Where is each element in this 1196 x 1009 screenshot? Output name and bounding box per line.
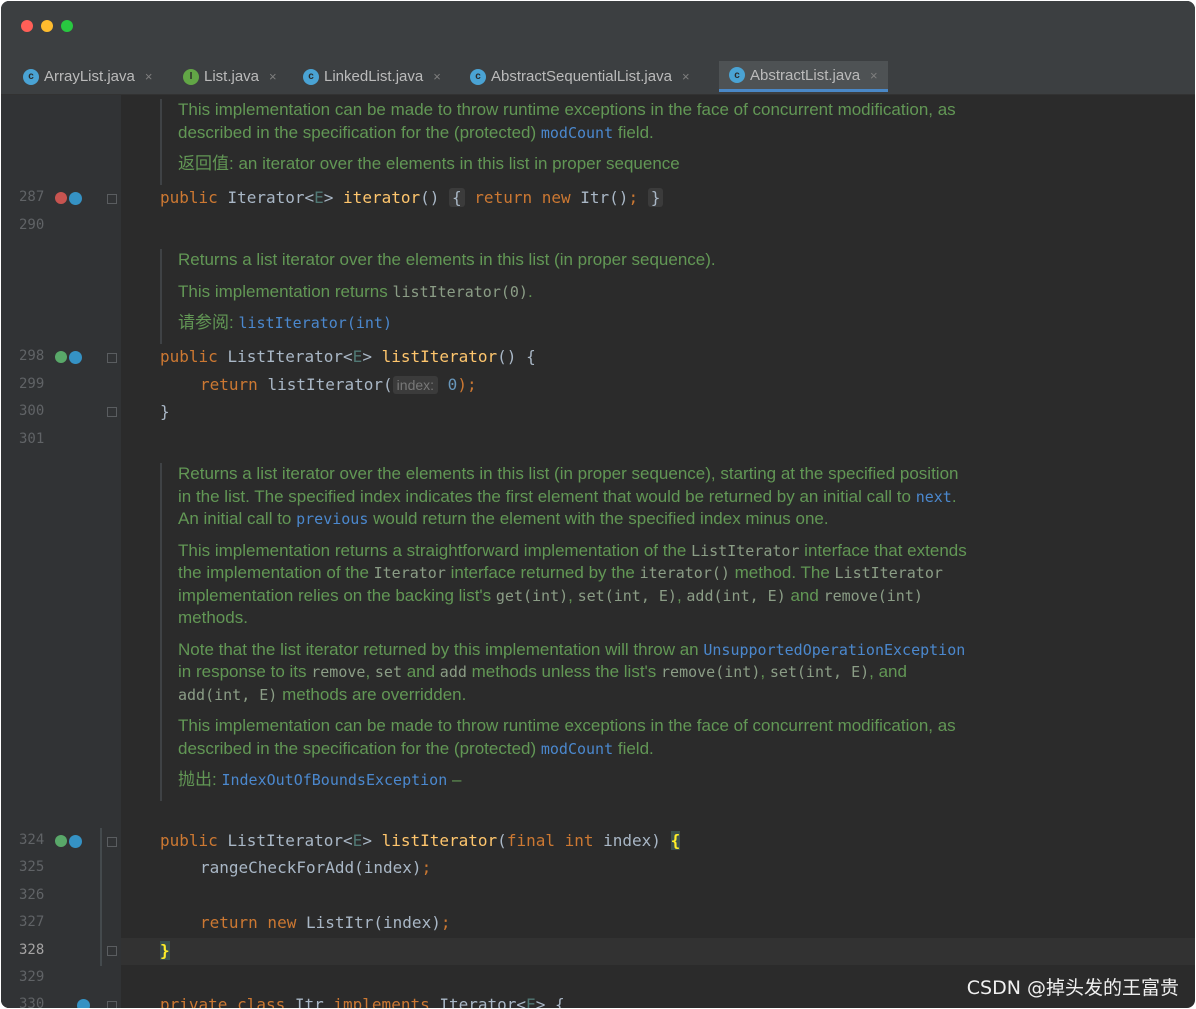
tab-abstractsequentiallist[interactable]: c AbstractSequentialList.java × — [470, 61, 690, 92]
line-number: 298 — [19, 348, 45, 364]
code-line-299: return listIterator(index: 0); — [200, 375, 477, 394]
line-number: 324 — [19, 832, 45, 848]
class-icon: c — [470, 68, 486, 85]
override-icon[interactable] — [55, 192, 67, 204]
tab-linkedlist[interactable]: c LinkedList.java × — [303, 61, 441, 92]
javadoc-listiterator: Returns a list iterator over the element… — [160, 249, 968, 344]
close-icon[interactable]: × — [145, 69, 153, 84]
doc-tag-label: 抛出: — [178, 770, 217, 789]
minimize-window-button[interactable] — [41, 20, 53, 32]
close-icon[interactable]: × — [870, 68, 878, 83]
doc-link-unsupportedoperationexception[interactable]: UnsupportedOperationException — [703, 641, 965, 659]
gutter-icons — [55, 835, 82, 848]
folded-region[interactable]: } — [647, 188, 664, 207]
ide-window: c ArrayList.java × I List.java × c Linke… — [1, 1, 1195, 1008]
current-line-highlight — [121, 938, 1195, 965]
doc-text: an iterator over the elements in this li… — [233, 154, 680, 173]
code-line-287: public Iterator<E> iterator() { return n… — [160, 188, 664, 207]
doc-tag-label: 请参阅: — [178, 313, 234, 332]
code-line-298: public ListIterator<E> listIterator() { — [160, 347, 536, 366]
doc-text: This implementation returns — [178, 281, 393, 301]
parameter-hint: index: — [392, 376, 439, 394]
fold-icon[interactable] — [107, 837, 117, 847]
tab-list[interactable]: I List.java × — [183, 61, 277, 92]
tab-label: AbstractList.java — [750, 66, 861, 84]
fold-icon[interactable] — [107, 353, 117, 363]
implemented-icon[interactable] — [69, 351, 82, 364]
line-number: 329 — [19, 969, 45, 985]
tab-label: List.java — [204, 68, 260, 85]
line-number: 300 — [19, 403, 45, 419]
fold-icon[interactable] — [107, 946, 117, 956]
doc-link-modcount[interactable]: modCount — [541, 124, 613, 142]
close-window-button[interactable] — [21, 20, 33, 32]
title-bar — [1, 1, 1195, 53]
tab-label: ArrayList.java — [44, 68, 135, 85]
watermark: CSDN @掉头发的王富贵 — [966, 977, 1179, 999]
override-icon[interactable] — [55, 835, 67, 847]
doc-link-previous[interactable]: previous — [296, 510, 368, 528]
fold-icon[interactable] — [107, 194, 117, 204]
doc-tag-label: 返回值: — [178, 154, 234, 173]
doc-link-next[interactable]: next — [916, 488, 952, 506]
line-number: 328 — [19, 942, 45, 958]
line-number: 301 — [19, 431, 45, 447]
class-icon: c — [303, 68, 319, 85]
close-icon[interactable]: × — [433, 69, 441, 84]
javadoc-iterator: This implementation can be made to throw… — [160, 99, 968, 185]
gutter-icons — [77, 999, 90, 1008]
tab-abstractlist[interactable]: c AbstractList.java × — [719, 61, 888, 92]
code-line-300: } — [160, 402, 170, 421]
line-number: 327 — [19, 914, 45, 930]
fold-icon[interactable] — [107, 1001, 117, 1008]
doc-link-indexoutofboundsexception[interactable]: IndexOutOfBoundsException — [221, 771, 447, 789]
code-line-330: private class Itr implements Iterator<E>… — [160, 995, 565, 1008]
gutter-icons — [55, 192, 82, 205]
doc-text: . — [527, 281, 533, 301]
javadoc-listiterator-index: Returns a list iterator over the element… — [160, 463, 968, 801]
class-icon: c — [729, 67, 745, 83]
doc-link-modcount[interactable]: modCount — [541, 740, 613, 758]
implemented-icon[interactable] — [77, 999, 90, 1008]
implemented-icon[interactable] — [69, 835, 82, 848]
line-number: 299 — [19, 376, 45, 392]
tab-label: AbstractSequentialList.java — [491, 68, 672, 85]
doc-text: Returns a list iterator over the element… — [178, 250, 716, 269]
line-number: 290 — [19, 217, 45, 233]
doc-code: listIterator(0) — [392, 282, 528, 301]
code-line-324: public ListIterator<E> listIterator(fina… — [160, 831, 681, 850]
line-number: 325 — [19, 859, 45, 875]
gutter-icons — [55, 351, 82, 364]
code-line-325: rangeCheckForAdd(index); — [200, 858, 432, 877]
close-icon[interactable]: × — [682, 69, 690, 84]
class-icon: c — [23, 68, 39, 85]
fold-icon[interactable] — [107, 407, 117, 417]
folded-region[interactable]: { — [449, 188, 465, 207]
line-number: 330 — [19, 996, 45, 1008]
override-icon[interactable] — [55, 351, 67, 363]
implemented-icon[interactable] — [69, 192, 82, 205]
tab-label: LinkedList.java — [324, 68, 424, 85]
tab-arraylist[interactable]: c ArrayList.java × — [23, 61, 152, 92]
line-number: 326 — [19, 887, 45, 903]
editor-tab-bar: c ArrayList.java × I List.java × c Linke… — [1, 53, 1195, 95]
zoom-window-button[interactable] — [61, 20, 73, 32]
code-editor[interactable]: This implementation can be made to throw… — [1, 95, 1195, 1008]
doc-text: field. — [613, 122, 654, 142]
line-number: 287 — [19, 189, 45, 205]
interface-icon: I — [183, 68, 199, 85]
close-icon[interactable]: × — [269, 69, 277, 84]
indent-guide — [100, 828, 102, 966]
code-line-328: } — [160, 941, 170, 960]
doc-link-listiterator[interactable]: listIterator(int) — [238, 314, 392, 332]
code-line-327: return new ListItr(index); — [200, 913, 451, 932]
